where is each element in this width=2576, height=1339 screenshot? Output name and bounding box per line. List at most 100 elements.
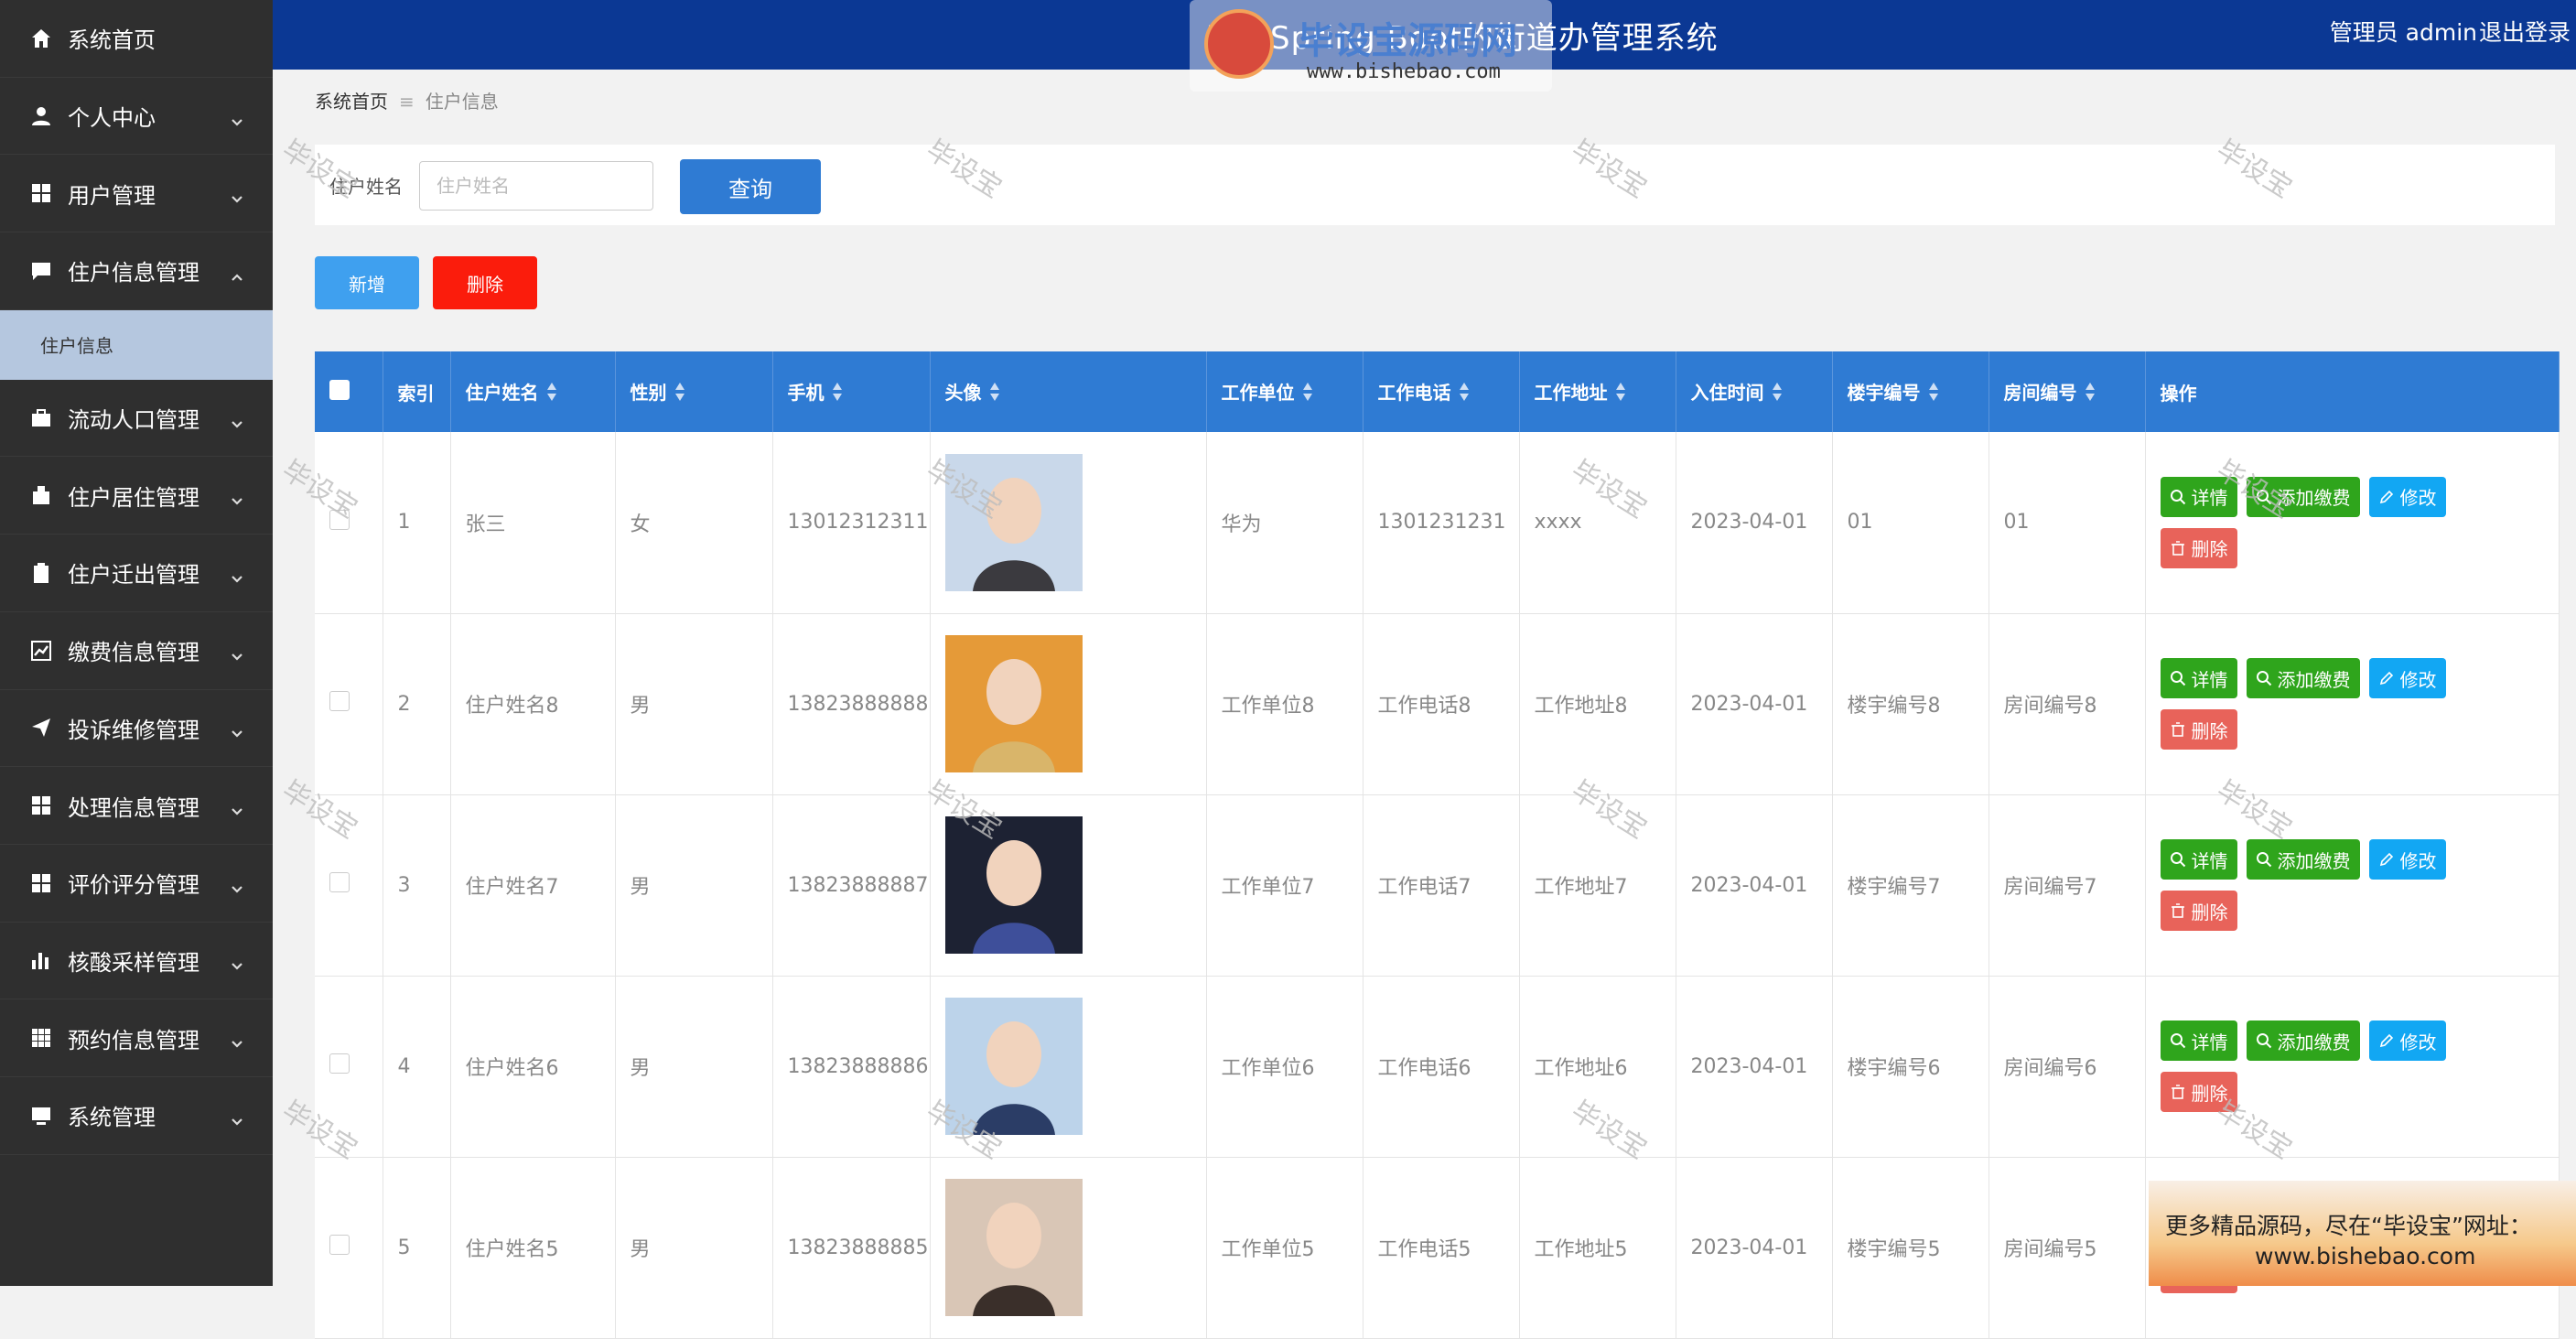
column-header-name[interactable]: 住户姓名 (450, 351, 616, 432)
sort-icon[interactable] (1928, 382, 1939, 406)
row-select-cell (315, 1157, 383, 1339)
breadcrumb-current: 住户信息 (425, 91, 499, 113)
sort-icon[interactable] (546, 382, 557, 406)
sidebar-item-floating-population[interactable]: 流动人口管理 (0, 380, 273, 458)
cell-gender: 男 (615, 976, 773, 1158)
chart-line-icon (29, 639, 53, 663)
row-delete-button[interactable]: 删除 (2160, 709, 2237, 750)
sort-icon[interactable] (832, 382, 843, 406)
column-header-label: 工作地址 (1534, 381, 1608, 404)
cell-work-phone: 工作电话7 (1363, 794, 1520, 977)
grid-icon (29, 181, 53, 205)
resident-name-search-input[interactable] (419, 161, 653, 211)
button-label: 详情 (2191, 849, 2228, 872)
breadcrumb: 系统首页 ≡ 住户信息 (315, 87, 499, 113)
sidebar-item-system-management[interactable]: 系统管理 (0, 1077, 273, 1155)
column-header-building[interactable]: 楼宇编号 (1832, 351, 1989, 432)
chevron-up-icon (231, 264, 243, 281)
sidebar-item-moveout-management[interactable]: 住户迁出管理 (0, 535, 273, 612)
table-row: 1 张三女 13012312311 华为 1301231231 xxxx 2023-04-0… (315, 432, 2560, 614)
column-header-phone[interactable]: 手机 (772, 351, 931, 432)
sidebar-item-payment-management[interactable]: 缴费信息管理 (0, 612, 273, 690)
add-payment-button[interactable]: 添加缴费 (2246, 658, 2360, 698)
cell-gender: 女 (615, 432, 773, 614)
sidebar-item-nucleic-sampling[interactable]: 核酸采样管理 (0, 923, 273, 1000)
row-select-cell (315, 432, 383, 614)
select-all-checkbox[interactable] (329, 379, 350, 400)
chevron-down-icon (231, 1031, 243, 1048)
cell-work-phone: 工作电话5 (1363, 1157, 1520, 1339)
chevron-down-icon (231, 953, 243, 970)
cell-index: 1 (383, 432, 451, 614)
add-payment-button[interactable]: 添加缴费 (2246, 1020, 2360, 1061)
batch-delete-button[interactable]: 删除 (433, 256, 537, 309)
breadcrumb-home[interactable]: 系统首页 (315, 91, 388, 113)
column-header-room[interactable]: 房间编号 (1989, 351, 2146, 432)
sort-icon[interactable] (1302, 382, 1313, 406)
button-label: 修改 (2399, 849, 2437, 872)
column-header-work-phone[interactable]: 工作电话 (1363, 351, 1520, 432)
column-header-label: 索引 (397, 382, 435, 405)
row-checkbox[interactable] (329, 1235, 350, 1255)
sidebar-item-personal-center[interactable]: 个人中心 (0, 78, 273, 156)
add-payment-button[interactable]: 添加缴费 (2246, 839, 2360, 880)
table-icon (29, 1026, 53, 1050)
cell-room: 房间编号6 (1989, 976, 2146, 1158)
column-header-company[interactable]: 工作单位 (1206, 351, 1363, 432)
row-delete-button[interactable]: 删除 (2160, 527, 2237, 568)
cell-building: 01 (1832, 432, 1989, 614)
add-button[interactable]: 新增 (315, 256, 419, 309)
column-header-gender[interactable]: 性别 (615, 351, 773, 432)
cell-company: 工作单位7 (1206, 794, 1363, 977)
avatar[interactable] (944, 1179, 1083, 1316)
bookmark-icon (29, 483, 53, 507)
sidebar-item-complaint-repair[interactable]: 投诉维修管理 (0, 690, 273, 768)
row-delete-button[interactable]: 删除 (2160, 891, 2237, 931)
avatar[interactable] (944, 635, 1083, 772)
row-checkbox[interactable] (329, 872, 350, 892)
detail-button[interactable]: 详情 (2160, 658, 2237, 698)
cell-gender: 男 (615, 794, 773, 977)
edit-button[interactable]: 修改 (2368, 1020, 2446, 1061)
query-button[interactable]: 查询 (680, 159, 821, 214)
sort-icon[interactable] (2085, 382, 2096, 406)
promo-banner[interactable]: 更多精品源码，尽在“毕设宝”网址： www.bishebao.com (2149, 1181, 2576, 1286)
cell-company: 工作单位8 (1206, 613, 1363, 795)
sort-icon[interactable] (1772, 382, 1783, 406)
sidebar-item-processing-info[interactable]: 处理信息管理 (0, 767, 273, 845)
logout-link[interactable]: 退出登录 (2479, 15, 2571, 48)
sidebar-item-residence-management[interactable]: 住户居住管理 (0, 457, 273, 535)
sidebar-subitem-resident-info[interactable]: 住户信息 (0, 309, 273, 380)
button-label: 详情 (2191, 1031, 2228, 1053)
column-header-checkin-date[interactable]: 入住时间 (1676, 351, 1833, 432)
edit-button[interactable]: 修改 (2368, 476, 2446, 517)
sort-icon[interactable] (1459, 382, 1470, 406)
cell-index: 5 (383, 1157, 451, 1339)
sort-icon[interactable] (989, 382, 1000, 406)
sidebar-item-resident-info-management[interactable]: 住户信息管理 (0, 232, 273, 310)
user-icon (29, 104, 53, 128)
button-label: 修改 (2399, 1031, 2437, 1053)
column-header-label: 工作单位 (1221, 381, 1295, 404)
edit-button[interactable]: 修改 (2368, 839, 2446, 880)
detail-button[interactable]: 详情 (2160, 1020, 2237, 1061)
column-header-avatar[interactable]: 头像 (930, 351, 1207, 432)
cell-building: 楼宇编号7 (1832, 794, 1989, 977)
detail-button[interactable]: 详情 (2160, 839, 2237, 880)
sidebar-item-home[interactable]: 系统首页 (0, 0, 273, 78)
sort-icon[interactable] (1615, 382, 1626, 406)
column-header-label: 性别 (630, 381, 667, 404)
sort-icon[interactable] (674, 382, 685, 406)
column-header-label: 头像 (944, 381, 982, 404)
column-header-work-address[interactable]: 工作地址 (1519, 351, 1676, 432)
cell-actions: 详情 添加缴费 修改删除 (2145, 613, 2560, 795)
edit-button[interactable]: 修改 (2368, 658, 2446, 698)
cell-checkin-date: 2023-04-01 (1676, 432, 1833, 614)
sidebar-item-appointment[interactable]: 预约信息管理 (0, 999, 273, 1077)
sidebar-item-rating-management[interactable]: 评价评分管理 (0, 845, 273, 923)
sidebar-item-label: 住户居住管理 (68, 484, 199, 511)
row-checkbox[interactable] (329, 691, 350, 711)
avatar[interactable] (944, 816, 1083, 954)
row-checkbox[interactable] (329, 1053, 350, 1074)
sidebar-item-user-management[interactable]: 用户管理 (0, 155, 273, 233)
